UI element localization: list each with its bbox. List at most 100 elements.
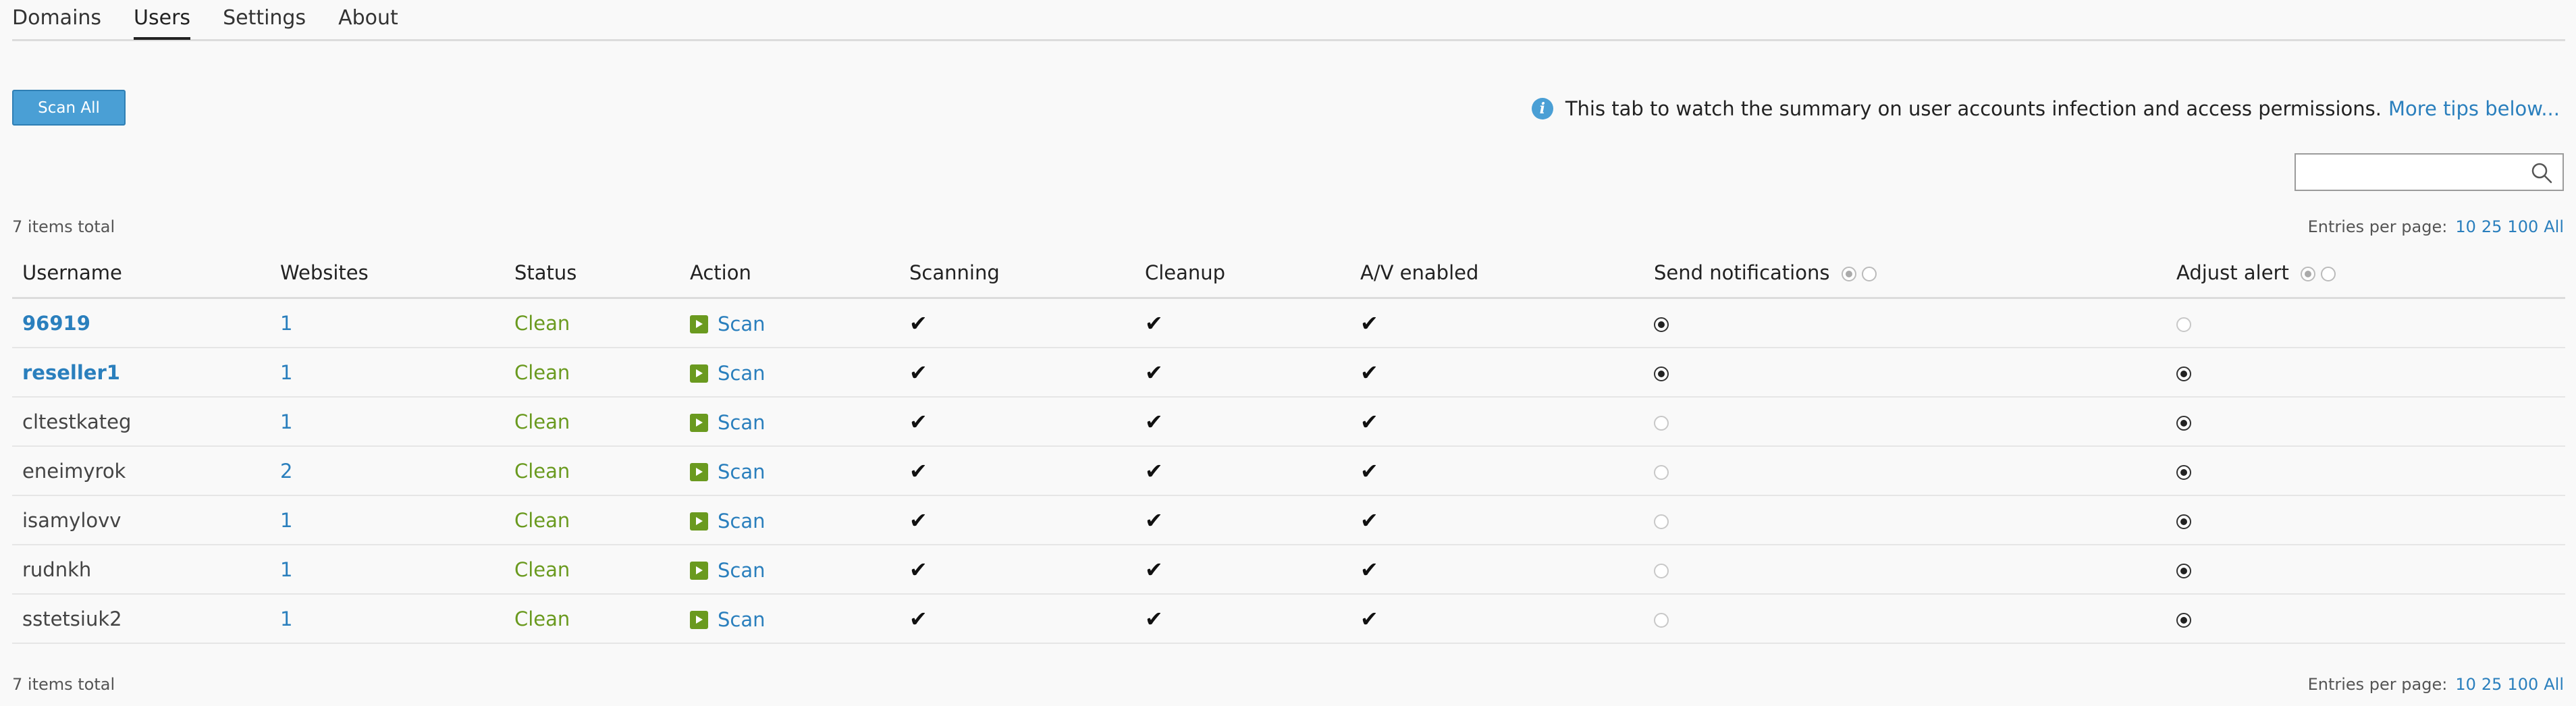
column-header-username[interactable]: Username bbox=[12, 248, 280, 299]
av-check-icon: ✔ bbox=[1360, 605, 1378, 632]
adjust-alert-radio[interactable] bbox=[2176, 366, 2191, 381]
table-row: rudnkh 1 Clean Scan ✔ ✔ ✔ bbox=[12, 545, 2565, 595]
scanning-cell: ✔ bbox=[909, 348, 1145, 398]
scan-action-label: Scan bbox=[718, 411, 766, 434]
cleanup-check-icon: ✔ bbox=[1145, 359, 1163, 385]
scanning-check-icon: ✔ bbox=[909, 408, 928, 435]
info-banner: i This tab to watch the summary on user … bbox=[1531, 97, 2560, 120]
username[interactable]: 96919 bbox=[22, 312, 90, 335]
scan-all-button[interactable]: Scan All bbox=[12, 90, 126, 126]
scanning-check-icon: ✔ bbox=[909, 310, 928, 336]
username-cell: rudnkh bbox=[12, 545, 280, 595]
av-check-icon: ✔ bbox=[1360, 408, 1378, 435]
entries-option-25[interactable]: 25 bbox=[2481, 217, 2502, 236]
notify-cell bbox=[1654, 348, 2176, 398]
adjust-alert-radio[interactable] bbox=[2176, 514, 2191, 529]
send-notifications-radio[interactable] bbox=[1654, 415, 1669, 431]
cleanup-cell: ✔ bbox=[1145, 298, 1360, 348]
entries-option-100[interactable]: 100 bbox=[2507, 217, 2538, 236]
entries-option-all[interactable]: All bbox=[2544, 217, 2564, 236]
cleanup-check-icon: ✔ bbox=[1145, 458, 1163, 484]
adjust-alert-radio[interactable] bbox=[2176, 415, 2191, 431]
alert-cell bbox=[2176, 397, 2565, 447]
search-box bbox=[2295, 153, 2564, 191]
adjust-alert-label: Adjust alert bbox=[2176, 261, 2289, 284]
items-total-top: 7 items total bbox=[12, 217, 115, 236]
websites-count-link[interactable]: 1 bbox=[280, 509, 292, 532]
tab-settings[interactable]: Settings bbox=[223, 0, 306, 37]
cleanup-check-icon: ✔ bbox=[1145, 507, 1163, 533]
adjust-alert-radio[interactable] bbox=[2176, 563, 2191, 578]
more-tips-link[interactable]: More tips below... bbox=[2388, 97, 2560, 120]
table-row: cltestkateg 1 Clean Scan ✔ ✔ ✔ bbox=[12, 397, 2565, 447]
scan-action-button[interactable]: Scan bbox=[690, 411, 766, 434]
username-cell: eneimyrok bbox=[12, 446, 280, 496]
entries-option-all[interactable]: All bbox=[2544, 675, 2564, 694]
websites-count-link[interactable]: 1 bbox=[280, 410, 292, 433]
notify-cell bbox=[1654, 298, 2176, 348]
status-text: Clean bbox=[514, 410, 570, 433]
scan-action-button[interactable]: Scan bbox=[690, 460, 766, 483]
entries-option-10[interactable]: 10 bbox=[2455, 217, 2476, 236]
table-row: reseller1 1 Clean Scan ✔ ✔ ✔ bbox=[12, 348, 2565, 398]
notify-all-off-radio[interactable] bbox=[1861, 267, 1877, 281]
av-cell: ✔ bbox=[1360, 348, 1654, 398]
entries-label: Entries per page: bbox=[2307, 675, 2448, 694]
tab-users[interactable]: Users bbox=[134, 0, 191, 40]
alert-cell bbox=[2176, 594, 2565, 644]
notify-cell bbox=[1654, 397, 2176, 447]
scan-action-button[interactable]: Scan bbox=[690, 510, 766, 533]
send-notifications-radio[interactable] bbox=[1654, 366, 1669, 381]
username[interactable]: reseller1 bbox=[22, 361, 120, 384]
play-icon bbox=[690, 315, 708, 333]
cleanup-cell: ✔ bbox=[1145, 446, 1360, 496]
search-input[interactable] bbox=[2296, 155, 2528, 190]
websites-count-link[interactable]: 2 bbox=[280, 460, 292, 483]
tab-about[interactable]: About bbox=[338, 0, 398, 37]
scanning-cell: ✔ bbox=[909, 397, 1145, 447]
notify-all-on-radio[interactable] bbox=[1841, 267, 1856, 281]
status-text: Clean bbox=[514, 607, 570, 630]
scanning-cell: ✔ bbox=[909, 594, 1145, 644]
adjust-alert-radio[interactable] bbox=[2176, 464, 2191, 480]
play-icon bbox=[690, 413, 708, 432]
entries-option-25[interactable]: 25 bbox=[2481, 675, 2502, 694]
column-header-websites[interactable]: Websites bbox=[280, 248, 514, 299]
scanning-cell: ✔ bbox=[909, 298, 1145, 348]
websites-count-link[interactable]: 1 bbox=[280, 607, 292, 630]
notify-cell bbox=[1654, 545, 2176, 595]
table-row: 96919 1 Clean Scan ✔ ✔ ✔ bbox=[12, 298, 2565, 348]
alert-all-off-radio[interactable] bbox=[2321, 267, 2336, 281]
status-cell: Clean bbox=[514, 397, 690, 447]
alert-cell bbox=[2176, 348, 2565, 398]
action-cell: Scan bbox=[690, 446, 909, 496]
websites-count-link[interactable]: 1 bbox=[280, 558, 292, 581]
send-notifications-radio[interactable] bbox=[1654, 563, 1669, 578]
send-notifications-radio[interactable] bbox=[1654, 464, 1669, 480]
column-header-adjust-alert: Adjust alert bbox=[2176, 248, 2565, 299]
scan-action-button[interactable]: Scan bbox=[690, 313, 766, 335]
send-notifications-radio[interactable] bbox=[1654, 612, 1669, 628]
adjust-alert-radio[interactable] bbox=[2176, 317, 2191, 332]
entries-option-10[interactable]: 10 bbox=[2455, 675, 2476, 694]
alert-cell bbox=[2176, 495, 2565, 545]
entries-per-page-top: Entries per page: 10 25 100 All bbox=[2308, 217, 2564, 236]
websites-count-link[interactable]: 1 bbox=[280, 361, 292, 384]
send-notifications-radio[interactable] bbox=[1654, 514, 1669, 529]
search-icon[interactable] bbox=[2530, 161, 2553, 184]
play-icon bbox=[690, 462, 708, 481]
scan-action-button[interactable]: Scan bbox=[690, 362, 766, 385]
column-header-status[interactable]: Status bbox=[514, 248, 690, 299]
tab-domains[interactable]: Domains bbox=[12, 0, 101, 37]
cleanup-cell: ✔ bbox=[1145, 348, 1360, 398]
adjust-alert-radio[interactable] bbox=[2176, 612, 2191, 628]
scan-action-button[interactable]: Scan bbox=[690, 559, 766, 582]
websites-cell: 2 bbox=[280, 446, 514, 496]
items-total-bottom: 7 items total bbox=[12, 675, 115, 694]
alert-all-on-radio[interactable] bbox=[2301, 267, 2316, 281]
info-text: This tab to watch the summary on user ac… bbox=[1565, 97, 2382, 120]
entries-option-100[interactable]: 100 bbox=[2507, 675, 2538, 694]
websites-count-link[interactable]: 1 bbox=[280, 312, 292, 335]
scan-action-button[interactable]: Scan bbox=[690, 608, 766, 631]
send-notifications-radio[interactable] bbox=[1654, 317, 1669, 332]
